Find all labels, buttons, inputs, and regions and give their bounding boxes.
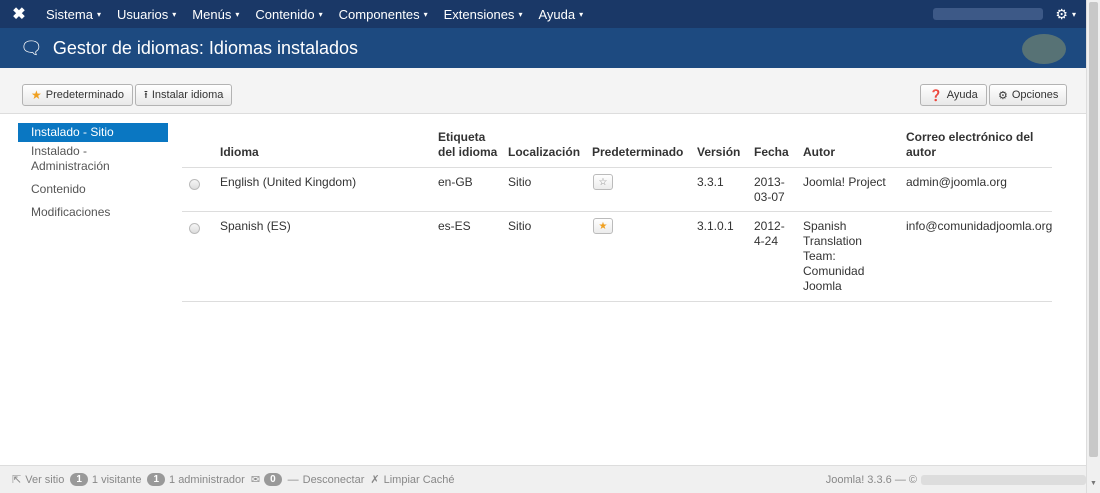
admin-count-badge: 1 [147,473,166,486]
visitor-count-badge: 1 [70,473,88,486]
cell-author-line4: Comunidad [803,264,865,278]
col-header-default[interactable]: Predeterminado [592,145,683,160]
row-divider [182,167,1052,168]
cell-date-line1: 2013- [754,175,785,189]
row-divider [182,211,1052,212]
star-outline-icon: ☆ [598,176,608,188]
nav-right: ⚙ ▾ [933,0,1076,28]
row-select-radio[interactable] [189,223,200,234]
col-header-location[interactable]: Localización [508,145,580,160]
options-button[interactable]: ⚙ Opciones [989,84,1068,106]
cell-location: Sitio [508,219,532,233]
main-menu: Sistema ▾ Usuarios ▾ Menús ▾ Contenido ▾ Com… [38,7,591,22]
logout-link[interactable]: — Desconectar [288,474,365,486]
copyright-blurred [921,475,1086,485]
caret-down-icon: ▾ [518,9,523,19]
cell-language: English (United Kingdom) [220,175,357,189]
cell-date-line2: 03-07 [754,190,785,204]
help-button[interactable]: ❓ Ayuda [920,84,987,106]
view-site-link[interactable]: ⇱ Ver sitio [12,473,64,487]
star-filled-icon: ★ [598,220,608,232]
minus-icon: — [287,473,299,486]
message-count-badge: 0 [264,473,282,486]
cell-author-line1: Spanish [803,219,847,233]
default-indicator: ★ [593,218,613,234]
cell-author: Joomla! Project [803,175,886,189]
status-bar: ⇱ Ver sitio 1 1 visitante 1 1 administra… [0,465,1086,493]
menu-sistema[interactable]: Sistema ▾ [38,7,109,22]
menu-menus[interactable]: Menús ▾ [184,7,247,22]
cell-date-line2: 4-24 [754,234,779,248]
cell-email: admin@joomla.org [906,175,1007,189]
cell-language: Spanish (ES) [220,219,291,233]
comments-icon: 🗨 [20,37,43,58]
question-icon: ❓ [929,89,943,102]
row-select-radio[interactable] [189,179,200,190]
cell-author-line5: Joomla [803,279,842,293]
gear-icon: ⚙ [1055,5,1068,22]
default-button[interactable]: ★ Predeterminado [22,84,134,106]
caret-down-icon: ▾ [1071,9,1076,19]
admins-status: 1 1 administrador [147,473,245,486]
sidebar-item-overrides[interactable]: Modificaciones [18,203,168,222]
settings-dropdown[interactable]: ⚙ ▾ [1055,6,1076,23]
upload-icon: ⭱ [144,88,148,101]
menu-usuarios[interactable]: Usuarios ▾ [109,7,184,22]
joomla-version: Joomla! 3.3.6 — © [825,474,917,486]
cell-location: Sitio [508,175,532,189]
caret-down-icon: ▾ [96,9,101,19]
caret-down-icon: ▾ [235,9,240,19]
cell-date-line1: 2012- [754,219,785,233]
sidebar: Instalado - Sitio Instalado - Administra… [18,123,168,222]
col-header-author[interactable]: Autor [803,145,835,160]
scrollbar-thumb[interactable] [1089,2,1098,457]
visitors-status: 1 1 visitante [70,473,141,486]
menu-extensiones[interactable]: Extensiones ▾ [436,7,531,22]
col-header-email-line1[interactable]: Correo electrónico del [906,130,1033,145]
caret-down-icon: ▾ [172,9,177,19]
set-default-button[interactable]: ☆ [593,174,613,190]
caret-down-icon: ▾ [423,9,428,19]
col-header-email-line2[interactable]: autor [906,145,936,160]
menu-ayuda[interactable]: Ayuda ▾ [530,7,591,22]
caret-down-icon: ▾ [318,9,323,19]
envelope-icon: ✉ [250,474,261,486]
joomla-logo-icon[interactable]: ✖ [0,0,38,28]
star-icon: ★ [31,88,42,102]
clear-cache-icon: ✗ [370,474,380,486]
cell-tag: es-ES [438,219,471,233]
header-logo [1022,34,1066,64]
page-title: Gestor de idiomas: Idiomas instalados [52,37,359,58]
col-header-date[interactable]: Fecha [754,145,789,160]
menu-contenido[interactable]: Contenido ▾ [247,7,330,22]
cell-email: info@comunidadjoomla.org [906,219,1053,233]
top-navbar: ✖ Sistema ▾ Usuarios ▾ Menús ▾ Contenido ▾ C… [0,0,1086,28]
user-menu-blurred[interactable] [933,8,1044,20]
cell-version: 3.3.1 [697,175,724,189]
gear-icon: ⚙ [998,89,1008,102]
sidebar-item-installed-admin[interactable]: Instalado - Administración [18,142,168,176]
col-header-version[interactable]: Versión [697,145,740,160]
clear-cache-link[interactable]: ✗ Limpiar Caché [370,473,454,487]
cell-author-line2: Translation [803,234,862,248]
cell-version: 3.1.0.1 [697,219,734,233]
external-link-icon: ⇱ [12,474,22,486]
cell-author-line3: Team: [803,249,836,263]
col-header-tag-line1[interactable]: Etiqueta [438,130,485,145]
page-header: 🗨 Gestor de idiomas: Idiomas instalados [0,28,1086,68]
sidebar-item-content[interactable]: Contenido [18,180,168,199]
col-header-language[interactable]: Idioma [220,145,259,160]
sidebar-item-installed-site[interactable]: Instalado - Sitio [18,123,168,142]
vertical-scrollbar[interactable]: ▼ [1086,0,1100,493]
toolbar: ★ Predeterminado ⭱ Instalar idioma ❓ Ayu… [0,68,1086,114]
cell-tag: en-GB [438,175,473,189]
footer-copyright: Joomla! 3.3.6 — © [826,466,1086,493]
install-language-button[interactable]: ⭱ Instalar idioma [135,84,233,106]
caret-down-icon: ▾ [579,9,584,19]
menu-componentes[interactable]: Componentes ▾ [331,7,436,22]
col-header-tag-line2[interactable]: del idioma [438,145,497,160]
messages-status[interactable]: ✉ 0 [251,473,282,486]
scroll-down-arrow-icon[interactable]: ▼ [1090,480,1097,487]
row-divider [182,301,1052,302]
